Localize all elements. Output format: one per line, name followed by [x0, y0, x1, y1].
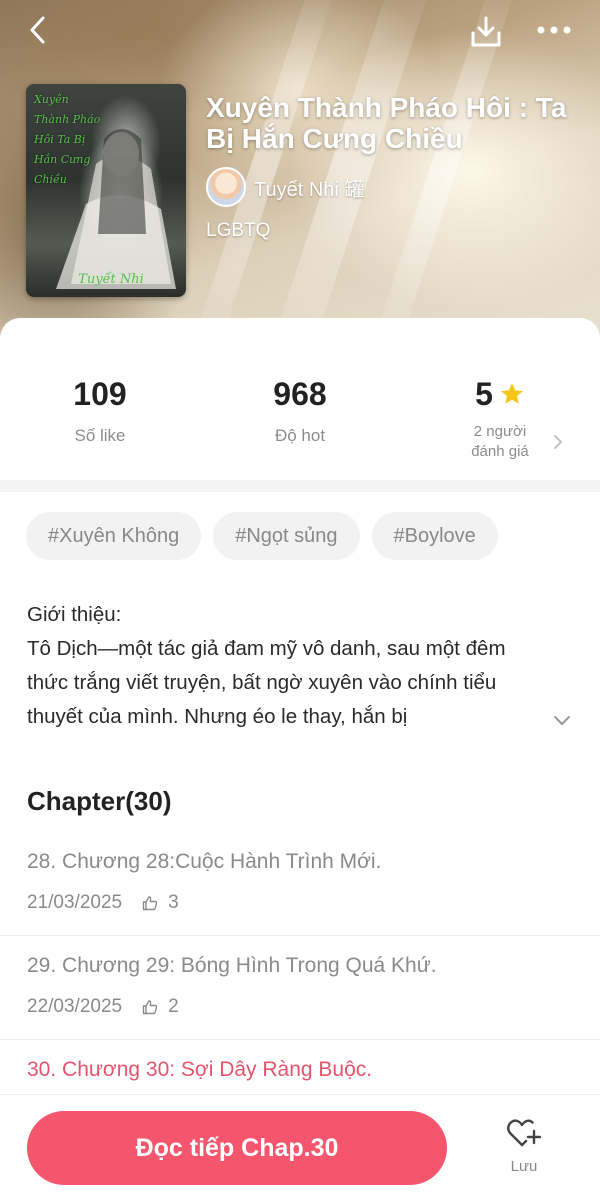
story-introduction[interactable]: Giới thiệu: Tô Dịch—một tác giả đam mỹ v…: [27, 598, 572, 734]
heart-plus-icon: [507, 1119, 542, 1147]
tag-chip[interactable]: #Ngọt sủng: [213, 512, 360, 560]
intro-text: Tô Dịch—một tác giả đam mỹ vô danh, sau …: [27, 637, 506, 728]
hot-label: Độ hot: [274, 426, 326, 445]
chapter-title: 28. Chương 28:Cuộc Hành Trình Mới.: [27, 850, 382, 873]
bottom-action-bar: Đọc tiếp Chap.30 Lưu: [0, 1094, 600, 1198]
chapter-like-count: 2: [168, 996, 179, 1017]
thumbs-up-icon: [142, 896, 158, 911]
rating-value: 5: [475, 375, 493, 412]
save-label: Lưu: [510, 1158, 538, 1175]
story-title: Xuyên Thành Pháo Hôi : Ta Bị Hắn Cưng Ch…: [206, 92, 567, 154]
chapter-meta: 22/03/2025 2: [27, 996, 179, 1018]
download-button[interactable]: [464, 10, 508, 54]
stat-hot: 968 Độ hot: [220, 374, 380, 446]
save-button[interactable]: Lưu: [488, 1117, 560, 1187]
likes-label: Số like: [74, 426, 126, 445]
rating-value-row: 5: [420, 374, 580, 414]
back-button[interactable]: [18, 10, 58, 50]
chapter-title: 30. Chương 30: Sợi Dây Ràng Buộc.: [27, 1058, 373, 1081]
download-icon: [471, 16, 501, 47]
cover-author-text: Tuyết Nhi: [78, 272, 144, 287]
chevron-down-icon[interactable]: [552, 710, 572, 730]
chapter-like-count: 3: [168, 892, 179, 913]
more-options-button[interactable]: [530, 10, 578, 50]
hero-banner: Xuyên Thành Pháo Hôi Ta Bị Hắn Cưng Chiề…: [0, 0, 600, 360]
top-bar: [0, 0, 600, 64]
stat-likes: 109 Số like: [20, 374, 180, 446]
intro-heading: Giới thiệu:: [27, 603, 122, 626]
tag-chip[interactable]: #Boylove: [371, 512, 498, 560]
more-dots-icon: [537, 26, 571, 34]
chapter-likes: 3: [142, 892, 179, 914]
section-divider: [0, 480, 600, 492]
likes-count: 109: [73, 375, 127, 412]
cover-title-text: Xuyên Thành Pháo Hôi Ta Bị Hắn Cưng Chiề…: [34, 93, 101, 186]
content-card: 109 Số like 968 Độ hot 5 2 người đánh gi…: [0, 318, 600, 1198]
chevron-right-icon[interactable]: [552, 434, 564, 450]
chapter-date: 21/03/2025: [27, 892, 123, 913]
chapter-item[interactable]: 29. Chương 29: Bóng Hình Trong Quá Khứ. …: [0, 936, 600, 1040]
back-arrow-icon: [30, 16, 45, 44]
tag-list: #Xuyên Không #Ngọt sủng #Boylove: [26, 512, 510, 560]
author-row[interactable]: Tuyết Nhi 罐: [206, 167, 364, 207]
hot-count: 968: [273, 375, 327, 412]
continue-reading-button[interactable]: Đọc tiếp Chap.30: [27, 1111, 447, 1185]
stats-row: 109 Số like 968 Độ hot 5 2 người đánh gi…: [0, 318, 600, 480]
star-icon: [501, 383, 523, 404]
author-avatar[interactable]: [206, 167, 246, 207]
chapter-title: 29. Chương 29: Bóng Hình Trong Quá Khứ.: [27, 954, 437, 977]
tag-chip[interactable]: #Xuyên Không: [26, 512, 202, 560]
chapter-count-heading: Chapter(30): [27, 786, 172, 816]
chapter-item[interactable]: 28. Chương 28:Cuộc Hành Trình Mới. 21/03…: [0, 832, 600, 936]
book-cover[interactable]: Xuyên Thành Pháo Hôi Ta Bị Hắn Cưng Chiề…: [26, 84, 186, 297]
chapter-date: 22/03/2025: [27, 996, 123, 1017]
chapter-likes: 2: [142, 996, 179, 1018]
chapter-meta: 21/03/2025 3: [27, 892, 179, 914]
thumbs-up-icon: [142, 1000, 158, 1015]
genre-label[interactable]: LGBTQ: [206, 220, 270, 242]
author-name[interactable]: Tuyết Nhi 罐: [254, 173, 364, 202]
